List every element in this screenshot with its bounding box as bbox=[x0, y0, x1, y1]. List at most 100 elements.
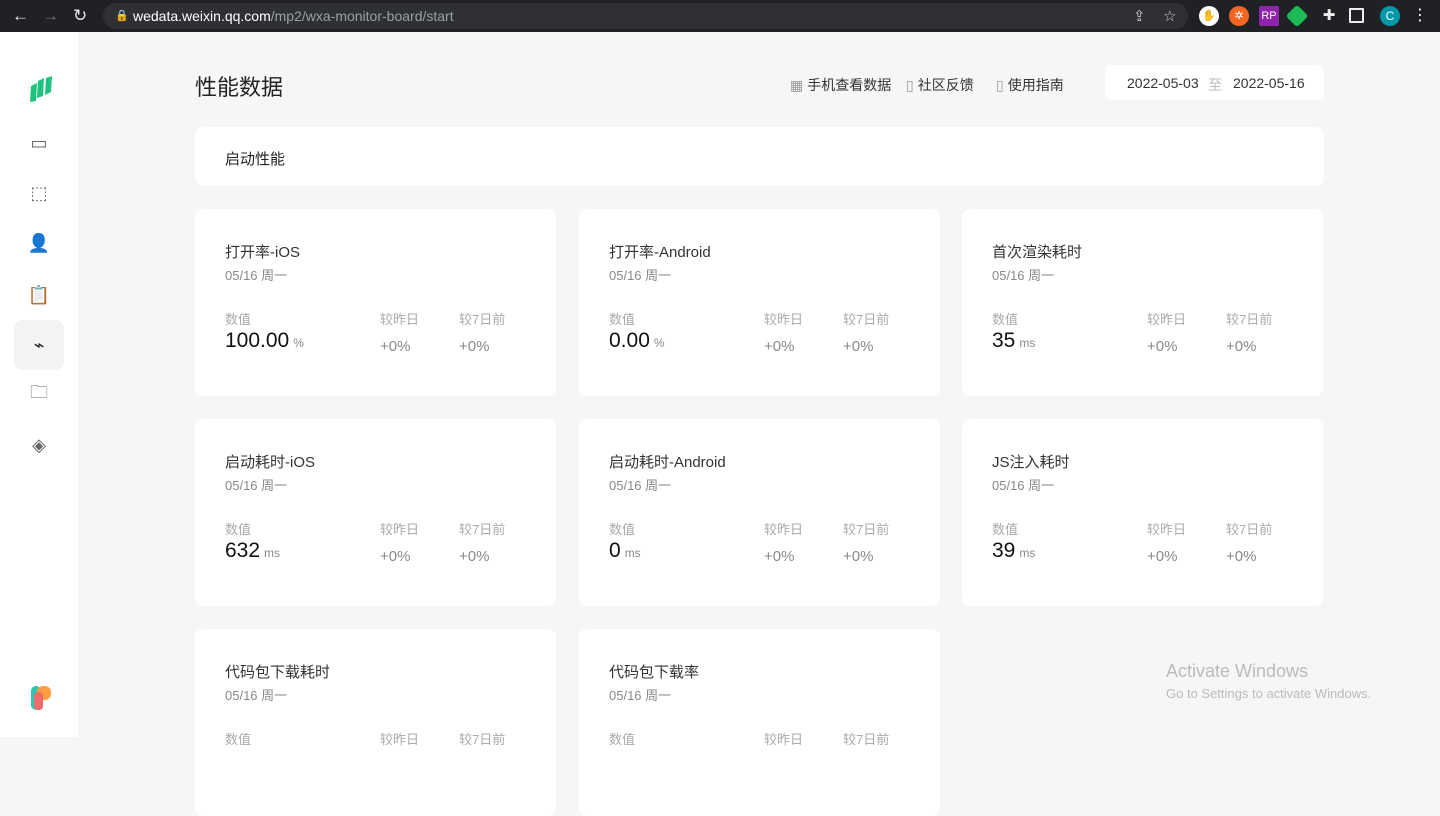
metric-unit: % bbox=[293, 336, 304, 350]
metric-unit: ms bbox=[624, 546, 641, 560]
sidebar-performance-icon[interactable]: ⌁ bbox=[14, 320, 64, 370]
date-start[interactable]: 2022-05-03 bbox=[1127, 75, 1199, 91]
metric-unit: ms bbox=[1019, 336, 1036, 350]
metric-value-wrap: 632 ms bbox=[225, 539, 280, 563]
document-icon: ▯ bbox=[906, 77, 914, 93]
vs-7days-value: +0% bbox=[843, 548, 874, 565]
metric-card: 启动耗时-Android 05/16 周一 数值 较昨日 较7日前 0 ms +0… bbox=[579, 419, 940, 606]
vs-yesterday-value: +0% bbox=[380, 338, 411, 355]
metric-title: 打开率-Android bbox=[609, 244, 711, 261]
metric-date: 05/16 周一 bbox=[225, 268, 288, 283]
metric-card: 代码包下载率 05/16 周一 数值 较昨日 较7日前 bbox=[579, 629, 940, 816]
mobile-view-link[interactable]: ▦ 手机查看数据 bbox=[790, 75, 891, 95]
vs-7days-value: +0% bbox=[459, 548, 490, 565]
vs-7days-value: +0% bbox=[459, 338, 490, 355]
metric-value: 39 bbox=[992, 539, 1016, 562]
vs-yesterday-label: 较昨日 bbox=[1147, 312, 1187, 327]
vs-7days-value: +0% bbox=[843, 338, 874, 355]
page-title: 性能数据 bbox=[195, 75, 284, 100]
metric-date: 05/16 周一 bbox=[225, 688, 288, 703]
metric-unit: ms bbox=[1019, 546, 1036, 560]
sidebar-layers-icon[interactable]: ◈ bbox=[14, 420, 64, 470]
metric-title: 首次渲染耗时 bbox=[992, 244, 1083, 261]
metric-value-wrap: 39 ms bbox=[992, 539, 1035, 563]
vs-yesterday-label: 较昨日 bbox=[1147, 522, 1187, 537]
vs-yesterday-value: +0% bbox=[1147, 548, 1178, 565]
sidebar-clipboard-icon[interactable]: 📋 bbox=[14, 270, 64, 320]
share-icon[interactable]: ⇪ bbox=[1133, 7, 1146, 25]
sidebar-users-icon[interactable]: 👤 bbox=[14, 218, 64, 268]
reload-icon[interactable]: ↻ bbox=[73, 6, 87, 26]
metric-value-wrap: 100.00% bbox=[225, 329, 304, 353]
value-label: 数值 bbox=[225, 312, 252, 327]
vs-7days-label: 较7日前 bbox=[843, 312, 890, 327]
metric-unit: % bbox=[653, 336, 665, 350]
value-label: 数值 bbox=[225, 732, 252, 747]
watermark-line2: Go to Settings to activate Windows. bbox=[1166, 686, 1372, 701]
metric-title: 启动耗时-Android bbox=[609, 454, 726, 471]
metric-value-wrap: 0 ms bbox=[609, 539, 641, 563]
metric-date: 05/16 周一 bbox=[992, 268, 1055, 283]
back-icon[interactable]: ← bbox=[12, 6, 29, 26]
vs-yesterday-label: 较昨日 bbox=[764, 312, 804, 327]
forward-icon[interactable]: → bbox=[42, 6, 59, 26]
date-end[interactable]: 2022-05-16 bbox=[1233, 75, 1305, 91]
vs-7days-label: 较7日前 bbox=[843, 732, 890, 747]
vs-7days-label: 较7日前 bbox=[843, 522, 890, 537]
vs-7days-value: +0% bbox=[1226, 338, 1257, 355]
rp-extension-icon[interactable]: RP bbox=[1259, 6, 1279, 26]
metric-title: 代码包下载耗时 bbox=[225, 664, 331, 681]
metric-value-wrap bbox=[609, 749, 613, 773]
vs-yesterday-label: 较昨日 bbox=[380, 522, 420, 537]
sidebar-folder-icon[interactable]: 🗀 bbox=[14, 370, 64, 420]
side-panel-icon[interactable] bbox=[1349, 8, 1364, 23]
value-label: 数值 bbox=[609, 312, 636, 327]
vs-7days-label: 较7日前 bbox=[1226, 312, 1273, 327]
link-label: 手机查看数据 bbox=[807, 77, 892, 93]
watermark-line1: Activate Windows bbox=[1166, 661, 1309, 681]
sidebar-trend-chart-icon[interactable]: ⬚ bbox=[14, 168, 64, 218]
value-label: 数值 bbox=[609, 732, 636, 747]
star-icon[interactable]: ☆ bbox=[1163, 7, 1176, 25]
date-range-picker[interactable]: 2022-05-03 至 2022-05-16 bbox=[1105, 65, 1324, 100]
metric-unit: ms bbox=[264, 546, 281, 560]
user-guide-link[interactable]: ▯ 使用指南 bbox=[996, 75, 1064, 95]
metric-card: 首次渲染耗时 05/16 周一 数值 较昨日 较7日前 35 ms +0% +0% bbox=[962, 209, 1323, 396]
value-label: 数值 bbox=[992, 522, 1019, 537]
metric-value: 0 bbox=[609, 539, 621, 562]
vs-yesterday-value: +0% bbox=[764, 548, 795, 565]
value-label: 数值 bbox=[609, 522, 636, 537]
vs-yesterday-value: +0% bbox=[764, 338, 795, 355]
menu-kebab-icon[interactable]: ⋮ bbox=[1410, 6, 1430, 26]
address-bar[interactable]: 🔒 wedata.weixin.qq.com/mp2/wxa-monitor-b… bbox=[103, 3, 1188, 29]
lock-icon: 🔒 bbox=[115, 10, 129, 22]
extensions-puzzle-icon[interactable]: ✚ bbox=[1319, 6, 1339, 26]
document-icon: ▯ bbox=[996, 77, 1004, 93]
metric-date: 05/16 周一 bbox=[609, 478, 672, 493]
metric-value: 35 bbox=[992, 329, 1016, 352]
windows-activation-watermark: Activate Windows Go to Settings to activ… bbox=[1166, 661, 1371, 701]
vs-7days-label: 较7日前 bbox=[459, 522, 506, 537]
sidebar-monitor-icon[interactable]: ▭ bbox=[14, 118, 64, 168]
metric-card: 启动耗时-iOS 05/16 周一 数值 较昨日 较7日前 632 ms +0% … bbox=[195, 419, 556, 606]
green-extension-icon[interactable] bbox=[1285, 4, 1309, 28]
sidebar: ▭ ⬚ 👤 📋 ⌁ 🗀 ◈ bbox=[0, 32, 78, 737]
adblock-extension-icon[interactable]: ✋ bbox=[1199, 6, 1219, 26]
metric-card: 打开率-Android 05/16 周一 数值 较昨日 较7日前 0.00% +… bbox=[579, 209, 940, 396]
vs-yesterday-value: +0% bbox=[1147, 338, 1178, 355]
community-feedback-link[interactable]: ▯ 社区反馈 bbox=[906, 75, 974, 95]
metric-date: 05/16 周一 bbox=[609, 268, 672, 283]
metric-date: 05/16 周一 bbox=[609, 688, 672, 703]
metric-value: 100.00 bbox=[225, 329, 290, 352]
link-label: 社区反馈 bbox=[917, 77, 974, 93]
orange-extension-icon[interactable]: ✲ bbox=[1229, 6, 1249, 26]
vs-yesterday-value: +0% bbox=[380, 548, 411, 565]
url-path: /mp2/wxa-monitor-board/start bbox=[270, 8, 454, 24]
metric-value: 632 bbox=[225, 539, 261, 562]
value-label: 数值 bbox=[992, 312, 1019, 327]
brand-logo-icon bbox=[31, 686, 51, 710]
profile-avatar[interactable]: C bbox=[1380, 6, 1400, 26]
metric-card: JS注入耗时 05/16 周一 数值 较昨日 较7日前 39 ms +0% +0% bbox=[962, 419, 1323, 606]
metric-title: 打开率-iOS bbox=[225, 244, 301, 261]
link-label: 使用指南 bbox=[1007, 77, 1064, 93]
